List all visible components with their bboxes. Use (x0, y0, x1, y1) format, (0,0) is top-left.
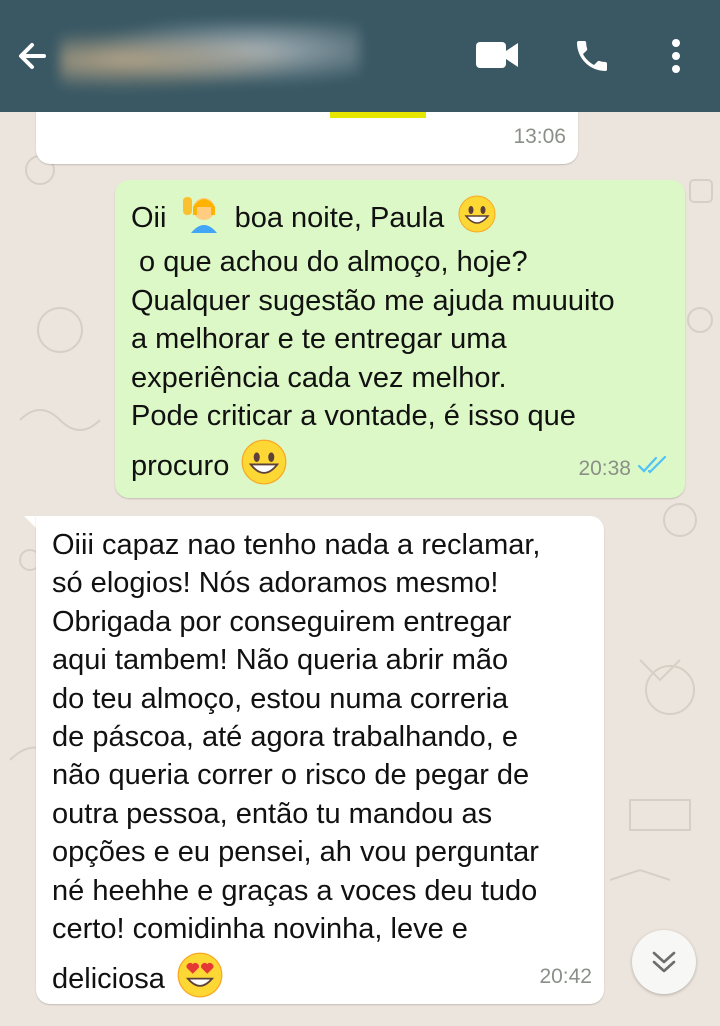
message-time: 20:42 (539, 964, 592, 988)
message-line: Oiii capaz nao tenho nada a reclamar, (52, 529, 541, 561)
message-line: experiência cada vez melhor. (131, 361, 507, 394)
message-line: não queria correr o risco de pegar de (52, 759, 530, 792)
message-text: Oii boa noite, Paula o que achou do almo… (131, 195, 615, 496)
chat-header (0, 0, 720, 112)
phone-icon[interactable] (572, 36, 612, 81)
message-line: Qualquer sugestão me ajuda muuuito (131, 284, 615, 317)
message-line: procuro (131, 439, 615, 495)
message-time: 13:06 (513, 124, 566, 148)
message-line: Oii boa noite, Paula (131, 195, 615, 243)
message-text: Oiii capaz nao tenho nada a reclamar, só… (52, 526, 540, 1009)
videocam-icon[interactable] (474, 38, 520, 77)
message-line: certo! comidinha novinha, leve e (52, 913, 468, 946)
contact-name-blurred[interactable] (60, 22, 360, 92)
more-vert-icon[interactable] (666, 38, 686, 79)
grinning-face-emoji (458, 195, 496, 243)
message-line: só elogios! Nós adoramos mesmo! (52, 567, 499, 600)
message-line: aqui tambem! Não queria abrir mão (52, 644, 509, 677)
message-line: né heehhe e graças a voces deu tudo (52, 874, 538, 907)
message-line: opções e eu pensei, ah vou perguntar (52, 836, 539, 869)
raising-hand-woman-emoji (181, 195, 221, 243)
message-line: de páscoa, até agora trabalhando, e (52, 721, 518, 754)
message-line: deliciosa (52, 952, 540, 1008)
grinning-face-emoji (241, 439, 287, 495)
heart-eyes-emoji (177, 952, 223, 1008)
arrow-left-icon[interactable] (12, 36, 52, 81)
message-line: do teu almoço, estou numa correria (52, 682, 509, 715)
message-line: outra pessoa, então tu mandou as (52, 797, 493, 830)
scroll-to-bottom-button[interactable] (632, 930, 696, 994)
message-time: 20:38 (578, 456, 631, 480)
double-check-read-icon (637, 446, 669, 484)
message-line: Obrigada por conseguirem entregar (52, 605, 512, 638)
double-chevron-down-icon (650, 948, 678, 981)
message-line: o que achou do almoço, hoje? (131, 246, 528, 279)
message-bubble-outgoing[interactable]: Oii boa noite, Paula o que achou do almo… (115, 180, 685, 498)
message-line: a melhorar e te entregar uma (131, 323, 507, 356)
message-bubble-incoming[interactable]: Oiii capaz nao tenho nada a reclamar, só… (36, 516, 604, 1004)
message-line: Pode criticar a vontade, é isso que (131, 400, 576, 433)
